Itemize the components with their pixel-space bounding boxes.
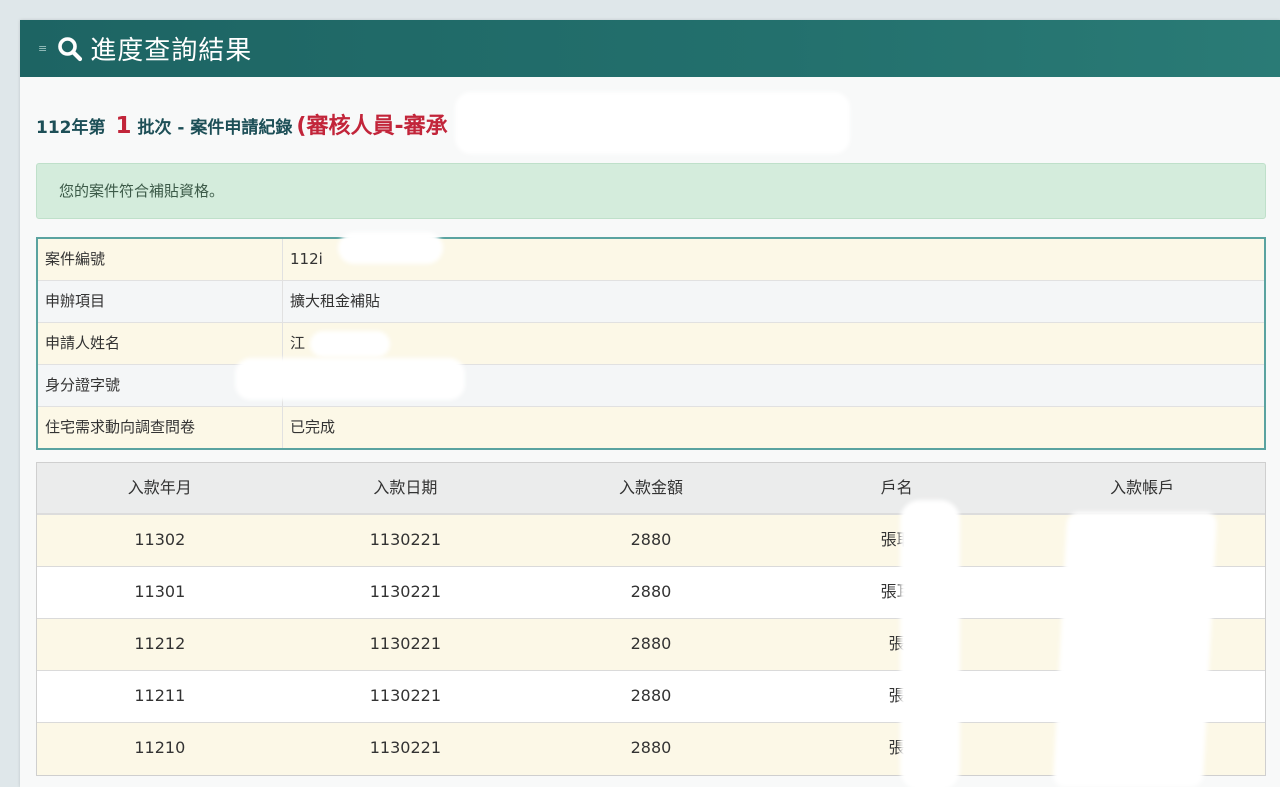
info-label: 案件編號 xyxy=(38,239,283,280)
search-icon xyxy=(58,36,83,61)
info-row: 身分證字號 xyxy=(38,365,1264,407)
cell-month: 11212 xyxy=(134,634,186,653)
cell-date: 1130221 xyxy=(369,634,442,653)
cell-month: 11302 xyxy=(134,530,186,549)
column-header: 入款帳戶 xyxy=(1110,478,1175,497)
column-header: 入款年月 xyxy=(127,478,192,497)
alert-message: 您的案件符合補貼資格。 xyxy=(59,182,225,200)
column-header: 戶名 xyxy=(880,478,913,497)
panel-header: ≡ 進度查詢結果 xyxy=(20,20,1280,77)
case-info-table: 案件編號 112i 申辦項目 擴大租金補貼 申請人姓名 江 身分證字號 住宅需求… xyxy=(36,237,1266,450)
batch-role: (審核人員-審承 xyxy=(296,114,448,139)
info-row: 住宅需求動向調查問卷 已完成 xyxy=(38,407,1264,448)
cell-date: 1130221 xyxy=(369,686,442,705)
cell-date: 1130221 xyxy=(369,530,442,549)
table-header: 入款年月 入款日期 入款金額 戶名 入款帳戶 xyxy=(37,463,1265,515)
redaction-mark xyxy=(338,232,443,264)
info-label: 申辦項目 xyxy=(38,281,283,322)
redaction-mark xyxy=(455,92,850,154)
cell-amount: 2880 xyxy=(630,738,672,757)
info-value: 已完成 xyxy=(290,418,336,436)
redaction-mark xyxy=(1052,512,1218,787)
info-row: 申辦項目 擴大租金補貼 xyxy=(38,281,1264,323)
page-title: 進度查詢結果 xyxy=(90,36,253,66)
cell-month: 11210 xyxy=(134,738,186,757)
info-value: 擴大租金補貼 xyxy=(290,292,381,310)
eligibility-alert: 您的案件符合補貼資格。 xyxy=(36,163,1266,219)
column-header: 入款金額 xyxy=(618,478,683,497)
batch-number: 1 xyxy=(115,113,132,139)
info-row: 案件編號 112i xyxy=(38,239,1264,281)
cell-month: 11301 xyxy=(134,582,186,601)
column-header: 入款日期 xyxy=(373,478,438,497)
info-label: 住宅需求動向調查問卷 xyxy=(38,407,283,448)
batch-year-prefix: 112年第 xyxy=(36,118,106,138)
info-row: 申請人姓名 江 xyxy=(38,323,1264,365)
cell-amount: 2880 xyxy=(630,634,672,653)
cell-account-name: 張 xyxy=(888,686,905,705)
redaction-mark xyxy=(235,358,465,400)
collapse-handle-icon[interactable]: ≡ xyxy=(38,43,47,54)
redaction-mark xyxy=(900,500,960,787)
redaction-mark xyxy=(310,331,390,357)
cell-month: 11211 xyxy=(134,686,186,705)
cell-account-name: 張耶 xyxy=(880,530,913,549)
cell-amount: 2880 xyxy=(630,582,672,601)
progress-panel: ≡ 進度查詢結果 112年第 1 批次 - 案件申請紀錄 (審核人員-審承 您的… xyxy=(20,20,1280,787)
batch-suffix: 批次 - 案件申請紀錄 xyxy=(137,118,293,138)
cell-account-name: 張 xyxy=(888,634,905,653)
cell-amount: 2880 xyxy=(630,686,672,705)
cell-amount: 2880 xyxy=(630,530,672,549)
batch-heading: 112年第 1 批次 - 案件申請紀錄 (審核人員-審承 xyxy=(36,108,448,144)
cell-date: 1130221 xyxy=(369,582,442,601)
cell-account-name: 張耳 xyxy=(880,582,913,601)
cell-date: 1130221 xyxy=(369,738,442,757)
cell-account-name: 張 xyxy=(888,738,905,757)
